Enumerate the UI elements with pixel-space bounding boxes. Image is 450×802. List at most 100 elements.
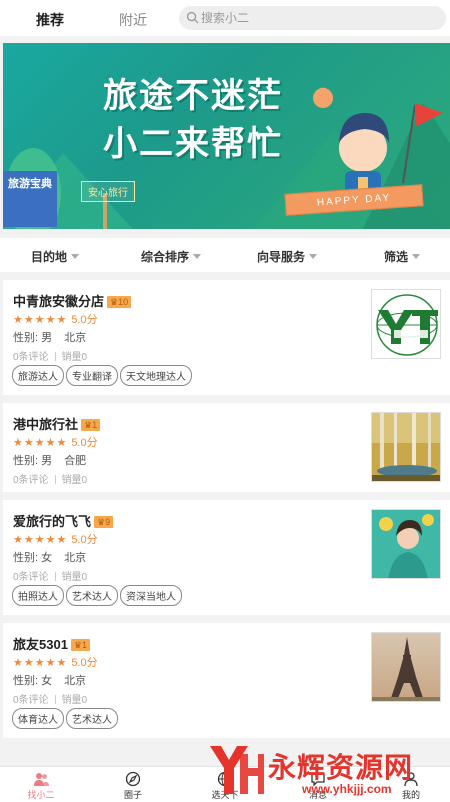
guide-stats: 0条评论 销量0 [13,348,87,363]
guide-avatar[interactable] [371,412,441,482]
tag-list: 体育达人 艺术达人 [12,708,120,729]
guide-name-text: 港中旅行社 [13,417,79,432]
search-box[interactable] [179,6,446,30]
search-input[interactable] [201,9,431,27]
compass-icon [125,771,141,787]
tab-recommend[interactable]: 推荐 [36,10,64,30]
rating: ★★★★★ 5.0分 [13,531,98,547]
guide-info: 性别: 女北京 [13,672,86,688]
banner-badge: 安心旅行 [81,181,135,202]
review-count: 0条评论 [13,695,49,706]
level-badge: ♛10 [107,296,132,308]
banner-book: 旅游宝典 [3,171,57,227]
nav-circle[interactable]: 圈子 [103,771,163,801]
filter-label: 目的地 [31,250,68,264]
guide-avatar[interactable] [371,632,441,702]
sales-count: 销量0 [61,475,88,486]
rating: ★★★★★ 5.0分 [13,311,98,327]
filter-sort[interactable]: 综合排序 [141,248,202,265]
guide-card[interactable]: 爱旅行的飞飞 ♛9 ★★★★★ 5.0分 性别: 女北京 0条评论 销量0 拍照达人艺… [3,500,450,615]
city-text: 北京 [64,332,87,344]
tag: 体育达人 [12,708,64,729]
rating-score: 5.0分 [71,314,98,326]
rating: ★★★★★ 5.0分 [13,654,98,670]
watermark-text: 永辉资源网 [268,752,414,783]
filter-bar: 目的地 综合排序 向导服务 筛选 [0,238,450,272]
rating: ★★★★★ 5.0分 [13,434,98,450]
guide-name-text: 旅友5301 [13,637,68,652]
divider [54,695,56,704]
filter-label: 向导服务 [257,250,306,264]
nav-find-guide[interactable]: 找小二 [11,771,71,801]
level-badge: ♛1 [70,639,91,651]
gender-text: 性别: 女 [13,675,53,687]
people-icon [34,773,49,786]
filter-label: 综合排序 [141,250,190,264]
level-badge: ♛9 [94,516,114,528]
city-text: 北京 [64,552,87,564]
search-icon [186,11,199,24]
level-value: 9 [105,517,111,527]
guide-name: 港中旅行社 ♛1 [13,414,101,433]
watermark-url: www.yhkjjj.com [302,782,392,796]
tag: 艺术达人 [66,585,118,606]
gender-text: 性别: 男 [13,332,53,344]
sales-count: 销量0 [61,572,88,583]
rating-score: 5.0分 [71,534,98,546]
level-badge: ♛1 [81,419,101,431]
banner-headline-2: 小二来帮忙 [103,125,283,163]
city-text: 合肥 [64,455,87,467]
rating-score: 5.0分 [71,657,98,669]
rating-score: 5.0分 [71,437,98,449]
chevron-down-icon [71,254,80,259]
tag: 专业翻译 [66,365,118,386]
filter-guide-service[interactable]: 向导服务 [257,248,318,265]
tag: 资深当地人 [120,585,182,606]
guide-stats: 0条评论 销量0 [13,471,87,486]
level-value: 10 [118,297,129,307]
filter-more[interactable]: 筛选 [384,248,421,265]
level-value: 1 [82,640,88,650]
sales-count: 销量0 [61,695,88,706]
tag: 旅游达人 [12,365,64,386]
divider [54,352,56,361]
cyts-logo-image [372,290,440,358]
guide-info: 性别: 男北京 [13,329,86,345]
chevron-down-icon [309,254,318,259]
star-icons: ★★★★★ [13,437,68,449]
guide-name-text: 中青旅安徽分店 [13,294,105,309]
tab-nearby[interactable]: 附近 [119,10,147,30]
guide-avatar[interactable] [371,289,441,359]
nav-label: 找小二 [27,790,55,800]
guide-card[interactable]: 港中旅行社 ♛1 ★★★★★ 5.0分 性别: 男合肥 0条评论 销量0 [3,403,450,492]
sales-count: 销量0 [61,352,88,363]
guide-card[interactable]: 旅友5301 ♛1 ★★★★★ 5.0分 性别: 女北京 0条评论 销量0 体育达人艺… [3,623,450,738]
guide-info: 性别: 女北京 [13,549,86,565]
guide-name-text: 爱旅行的飞飞 [13,514,92,529]
star-icons: ★★★★★ [13,534,68,546]
promo-banner[interactable]: 旅途不迷茫 小二来帮忙 安心旅行 旅游宝典 HAPPY DAY [3,43,450,229]
tag-list: 旅游达人 专业翻译 天文地理达人 [12,365,194,386]
filter-label: 筛选 [384,250,409,264]
portrait-photo-image [372,510,440,578]
filter-destination[interactable]: 目的地 [31,248,80,265]
chevron-down-icon [193,254,202,259]
divider [54,475,56,484]
eiffel-tower-image [372,633,440,701]
guide-name: 中青旅安徽分店 ♛10 [13,291,132,310]
review-count: 0条评论 [13,475,49,486]
guide-card[interactable]: 中青旅安徽分店 ♛10 ★★★★★ 5.0分 性别: 男北京 0条评论 销量0 旅游达… [3,280,450,395]
top-bar: 推荐 附近 [0,0,450,36]
star-icons: ★★★★★ [13,657,68,669]
city-text: 北京 [64,675,87,687]
tag-list: 拍照达人 艺术达人 资深当地人 [12,585,184,606]
gender-text: 性别: 男 [13,455,53,467]
forest-painting-image [372,413,440,481]
guide-avatar[interactable] [371,509,441,579]
gender-text: 性别: 女 [13,552,53,564]
review-count: 0条评论 [13,352,49,363]
divider [54,572,56,581]
guide-stats: 0条评论 销量0 [13,691,87,706]
chevron-down-icon [412,254,421,259]
guide-name: 旅友5301 ♛1 [13,634,91,653]
